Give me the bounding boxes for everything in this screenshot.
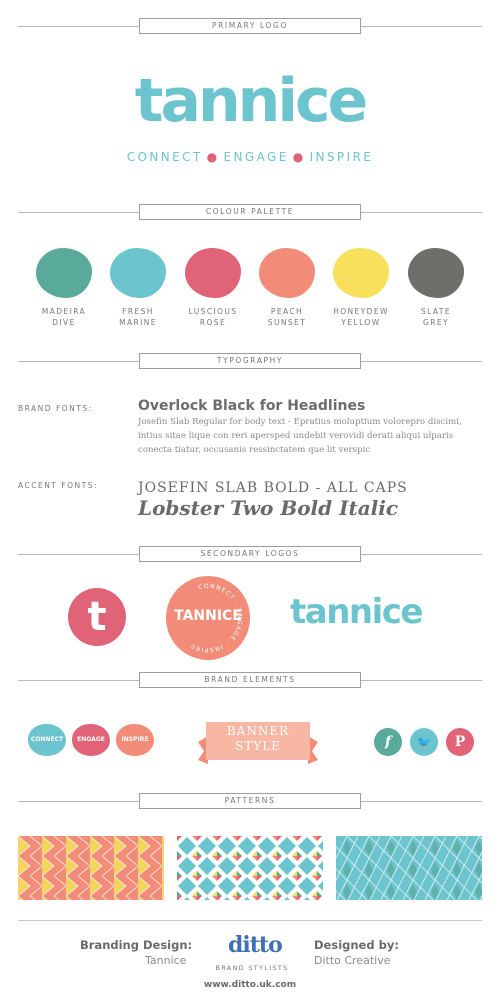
swatch-madeira-dive bbox=[36, 248, 92, 298]
swatch-slate-grey bbox=[408, 248, 464, 298]
swatch-label: FRESH MARINE bbox=[119, 307, 157, 327]
swatch-luscious-rose bbox=[185, 248, 241, 298]
element-blob-inspire: INSPIRE bbox=[116, 724, 154, 756]
section-title: PRIMARY LOGO bbox=[139, 18, 361, 34]
secondary-logo-monogram: t bbox=[68, 588, 126, 646]
headline-font-sample: Overlock Black for Headlines bbox=[138, 398, 366, 414]
section-title: PATTERNS bbox=[139, 793, 361, 809]
tagline-engage: ENGAGE bbox=[223, 150, 289, 164]
accent-font-sample-italic: Lobster Two Bold Italic bbox=[138, 496, 399, 520]
swatch-label: LUSCIOUS ROSE bbox=[188, 307, 238, 327]
section-title: COLOUR PALETTE bbox=[139, 204, 361, 220]
section-header-patterns: PATTERNS bbox=[18, 793, 482, 809]
tagline-connect: CONNECT bbox=[126, 150, 203, 164]
pinterest-icon[interactable]: P bbox=[446, 728, 474, 756]
swatch-label: PEACH SUNSET bbox=[267, 307, 307, 327]
section-title: BRAND ELEMENTS bbox=[139, 672, 361, 688]
ditto-logo: ditto bbox=[228, 932, 283, 958]
element-blob-connect: CONNECT bbox=[28, 724, 66, 756]
footer-url-link[interactable]: www.ditto.uk.com bbox=[0, 980, 500, 990]
section-header-primary-logo: PRIMARY LOGO bbox=[18, 18, 482, 34]
swatch-peach-sunset bbox=[259, 248, 315, 298]
section-header-brand-elements: BRAND ELEMENTS bbox=[18, 672, 482, 688]
element-blob-engage: ENGAGE bbox=[72, 724, 110, 756]
primary-logo-wordmark: tannice bbox=[134, 66, 368, 136]
section-header-secondary-logos: SECONDARY LOGOS bbox=[18, 546, 482, 562]
ditto-tagline: BRAND STYLISTS bbox=[215, 964, 289, 972]
banner-text: BANNER STYLE bbox=[226, 724, 290, 753]
tagline-inspire: INSPIRE bbox=[309, 150, 374, 164]
badge-name: TANNICE bbox=[174, 608, 242, 624]
secondary-logo-badge: CONNECT · ENGAGE · INSPIRE TANNICE bbox=[166, 576, 250, 660]
footer-branding-client: Tannice bbox=[145, 954, 187, 967]
tagline-dot: ● bbox=[292, 150, 306, 164]
pattern-diamond-multicolor bbox=[177, 836, 323, 900]
facebook-icon[interactable]: f bbox=[374, 728, 402, 756]
pattern-chevron-peach bbox=[18, 836, 164, 900]
banner-style-element: BANNER STYLE bbox=[198, 720, 318, 766]
monogram-letter: t bbox=[87, 594, 107, 640]
section-title: TYPOGRAPHY bbox=[139, 353, 361, 369]
brand-fonts-label: BRAND FONTS: bbox=[18, 404, 93, 413]
swatch-fresh-marine bbox=[110, 248, 166, 298]
footer-designer: Ditto Creative bbox=[314, 954, 391, 967]
section-title: SECONDARY LOGOS bbox=[139, 546, 361, 562]
primary-logo-tagline: CONNECT ● ENGAGE ● INSPIRE bbox=[0, 150, 500, 164]
section-header-typography: TYPOGRAPHY bbox=[18, 353, 482, 369]
body-font-sample: Josefin Slab Regular for body text - Epr… bbox=[138, 417, 462, 455]
twitter-icon[interactable]: 🐦 bbox=[410, 728, 438, 756]
footer-branding-title: Branding Design: bbox=[80, 938, 193, 952]
footer-designed-by-title: Designed by: bbox=[314, 938, 399, 952]
footer-divider bbox=[18, 920, 482, 921]
section-header-colour-palette: COLOUR PALETTE bbox=[18, 204, 482, 220]
swatch-label: HONEYDEW YELLOW bbox=[333, 307, 389, 327]
swatch-honeydew-yellow bbox=[333, 248, 389, 298]
pattern-herringbone-teal bbox=[336, 836, 482, 900]
tagline-dot: ● bbox=[206, 150, 220, 164]
secondary-logo-wordmark: tannice bbox=[290, 592, 423, 632]
accent-fonts-label: ACCENT FONTS: bbox=[18, 481, 98, 490]
swatch-label: MADEIRA DIVE bbox=[41, 307, 87, 327]
swatch-label: SLATE GREY bbox=[421, 307, 451, 327]
accent-font-sample-caps: JOSEFIN SLAB BOLD - ALL CAPS bbox=[138, 480, 408, 496]
